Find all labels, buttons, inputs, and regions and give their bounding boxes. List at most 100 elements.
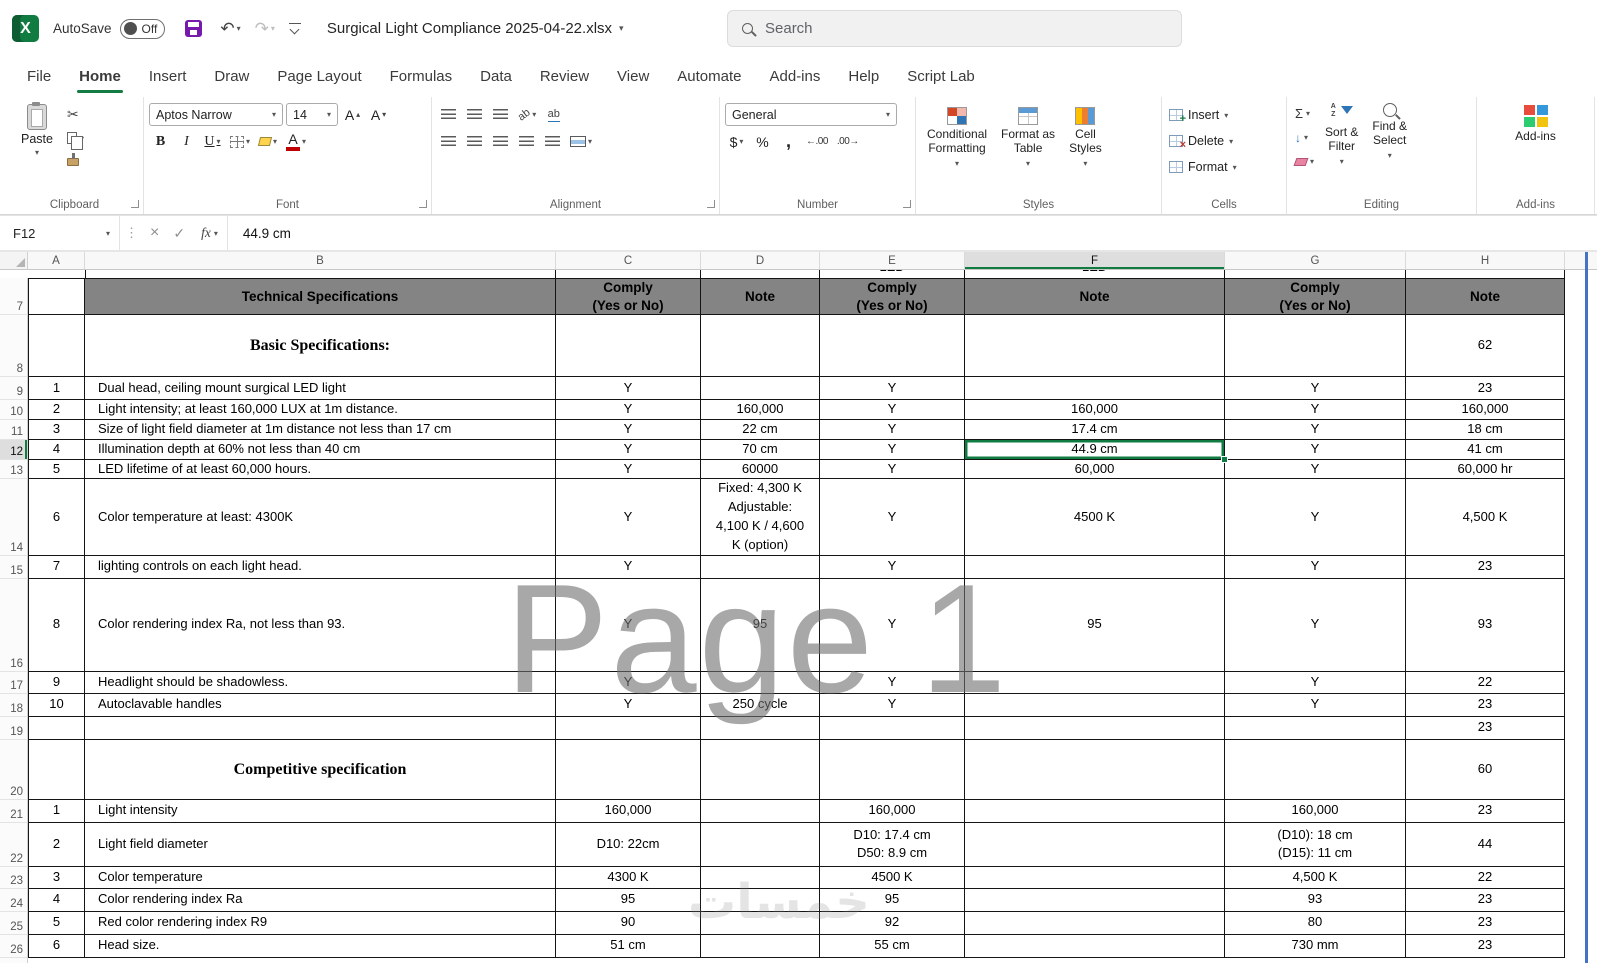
delete-cells-button[interactable]: Delete▾ — [1167, 130, 1281, 152]
row-header-13[interactable]: 13 — [0, 459, 28, 480]
column-header-G[interactable]: G — [1225, 252, 1406, 269]
cell-C26[interactable]: 51 cm — [556, 934, 701, 958]
cell-H23[interactable]: 22 — [1406, 866, 1565, 889]
cell-G16[interactable]: Y — [1225, 578, 1406, 672]
format-cells-button[interactable]: Format ▾ — [1167, 156, 1281, 178]
addins-button[interactable]: Add-ins — [1482, 101, 1589, 148]
cell-H18[interactable]: 23 — [1406, 693, 1565, 717]
cell-H7[interactable]: Note — [1406, 278, 1565, 316]
row-header-7[interactable]: 7 — [0, 278, 28, 316]
cell-H22[interactable]: 44 — [1406, 822, 1565, 867]
cell-C24[interactable]: 95 — [556, 888, 701, 912]
number-dialog-launcher[interactable] — [903, 200, 911, 208]
copy-button[interactable]: ▾ — [63, 127, 88, 150]
bold-button[interactable]: B — [149, 130, 172, 153]
cell-B19[interactable] — [85, 716, 556, 740]
tab-page-layout[interactable]: Page Layout — [266, 61, 372, 94]
row-header-25[interactable]: 25 — [0, 911, 28, 935]
tab-automate[interactable]: Automate — [666, 61, 752, 94]
tab-script-lab[interactable]: Script Lab — [896, 61, 986, 94]
excel-app-icon[interactable]: X — [12, 15, 39, 42]
cell-A24[interactable]: 4 — [28, 888, 85, 912]
cell-C19[interactable] — [556, 716, 701, 740]
column-header-E[interactable]: E — [820, 252, 965, 269]
cell-F11[interactable]: 17.4 cm — [965, 419, 1225, 440]
cell-H11[interactable]: 18 cm — [1406, 419, 1565, 440]
tab-review[interactable]: Review — [529, 61, 600, 94]
cell-E13[interactable]: Y — [820, 459, 965, 480]
cell-H10[interactable]: 160,000 — [1406, 400, 1565, 420]
cell-E20[interactable] — [820, 739, 965, 800]
partial-cell-C6[interactable] — [556, 270, 701, 278]
font-size-select[interactable]: 14 ▾ — [286, 103, 338, 126]
row-header-15[interactable]: 15 — [0, 555, 28, 579]
cell-A22[interactable]: 2 — [28, 822, 85, 867]
cell-C16[interactable]: Y — [556, 578, 701, 672]
cell-D23[interactable] — [701, 866, 820, 889]
align-left-button[interactable] — [437, 130, 460, 153]
cell-E8[interactable] — [820, 315, 965, 378]
cell-G26[interactable]: 730 mm — [1225, 934, 1406, 958]
cell-E18[interactable]: Y — [820, 693, 965, 717]
cell-D26[interactable] — [701, 934, 820, 958]
cell-H19[interactable]: 23 — [1406, 716, 1565, 740]
row-header-19[interactable]: 19 — [0, 716, 28, 740]
cell-E14[interactable]: Y — [820, 479, 965, 556]
cell-D19[interactable] — [701, 716, 820, 740]
row-header-26[interactable]: 26 — [0, 934, 28, 958]
cell-E24[interactable]: 95 — [820, 888, 965, 912]
cell-G18[interactable]: Y — [1225, 693, 1406, 717]
cell-A20[interactable] — [28, 739, 85, 800]
cell-F16[interactable]: 95 — [965, 578, 1225, 672]
cell-B10[interactable]: Light intensity; at least 160,000 LUX at… — [85, 400, 556, 420]
cell-C18[interactable]: Y — [556, 693, 701, 717]
cell-G12[interactable]: Y — [1225, 439, 1406, 460]
top-align-button[interactable] — [437, 103, 460, 126]
cell-C21[interactable]: 160,000 — [556, 799, 701, 823]
cell-D16[interactable]: 95 — [701, 578, 820, 672]
cell-E26[interactable]: 55 cm — [820, 934, 965, 958]
cell-C25[interactable]: 90 — [556, 911, 701, 935]
cell-F20[interactable] — [965, 739, 1225, 800]
tab-add-ins[interactable]: Add-ins — [759, 61, 832, 94]
cell-F15[interactable] — [965, 555, 1225, 579]
cell-G17[interactable]: Y — [1225, 671, 1406, 694]
tab-home[interactable]: Home — [68, 61, 132, 94]
cell-E23[interactable]: 4500 K — [820, 866, 965, 889]
cell-C10[interactable]: Y — [556, 400, 701, 420]
cell-C7[interactable]: Comply (Yes or No) — [556, 278, 701, 316]
cell-H9[interactable]: 23 — [1406, 377, 1565, 401]
cell-F25[interactable] — [965, 911, 1225, 935]
formula-input[interactable]: 44.9 cm — [228, 226, 306, 241]
cell-A11[interactable]: 3 — [28, 419, 85, 440]
cell-C22[interactable]: D10: 22cm — [556, 822, 701, 867]
cell-F24[interactable] — [965, 888, 1225, 912]
cell-A8[interactable] — [28, 315, 85, 378]
row-header-21[interactable]: 21 — [0, 799, 28, 823]
row-header-8[interactable]: 8 — [0, 315, 28, 378]
font-name-select[interactable]: Aptos Narrow ▾ — [149, 103, 283, 126]
cell-B16[interactable]: Color rendering index Ra, not less than … — [85, 578, 556, 672]
cell-C13[interactable]: Y — [556, 459, 701, 480]
cell-H13[interactable]: 60,000 hr — [1406, 459, 1565, 480]
cell-D11[interactable]: 22 cm — [701, 419, 820, 440]
cell-E7[interactable]: Comply (Yes or No) — [820, 278, 965, 316]
cell-B11[interactable]: Size of light field diameter at 1m dista… — [85, 419, 556, 440]
cell-F14[interactable]: 4500 K — [965, 479, 1225, 556]
cell-F9[interactable] — [965, 377, 1225, 401]
cell-B14[interactable]: Color temperature at least: 4300K — [85, 479, 556, 556]
align-center-button[interactable] — [463, 130, 486, 153]
row-header-10[interactable]: 10 — [0, 400, 28, 420]
cell-C9[interactable]: Y — [556, 377, 701, 401]
cell-A10[interactable]: 2 — [28, 400, 85, 420]
partial-cell-F6[interactable]: LED — [965, 270, 1225, 278]
font-dialog-launcher[interactable] — [419, 200, 427, 208]
cell-A12[interactable]: 4 — [28, 439, 85, 460]
decrease-font-size-button[interactable]: A ▾ — [367, 103, 390, 126]
partial-cell-G6[interactable] — [1225, 270, 1406, 278]
cell-D7[interactable]: Note — [701, 278, 820, 316]
cell-F8[interactable] — [965, 315, 1225, 378]
cell-D25[interactable] — [701, 911, 820, 935]
cell-A13[interactable]: 5 — [28, 459, 85, 480]
quick-access-toolbar-button[interactable] — [283, 19, 307, 39]
